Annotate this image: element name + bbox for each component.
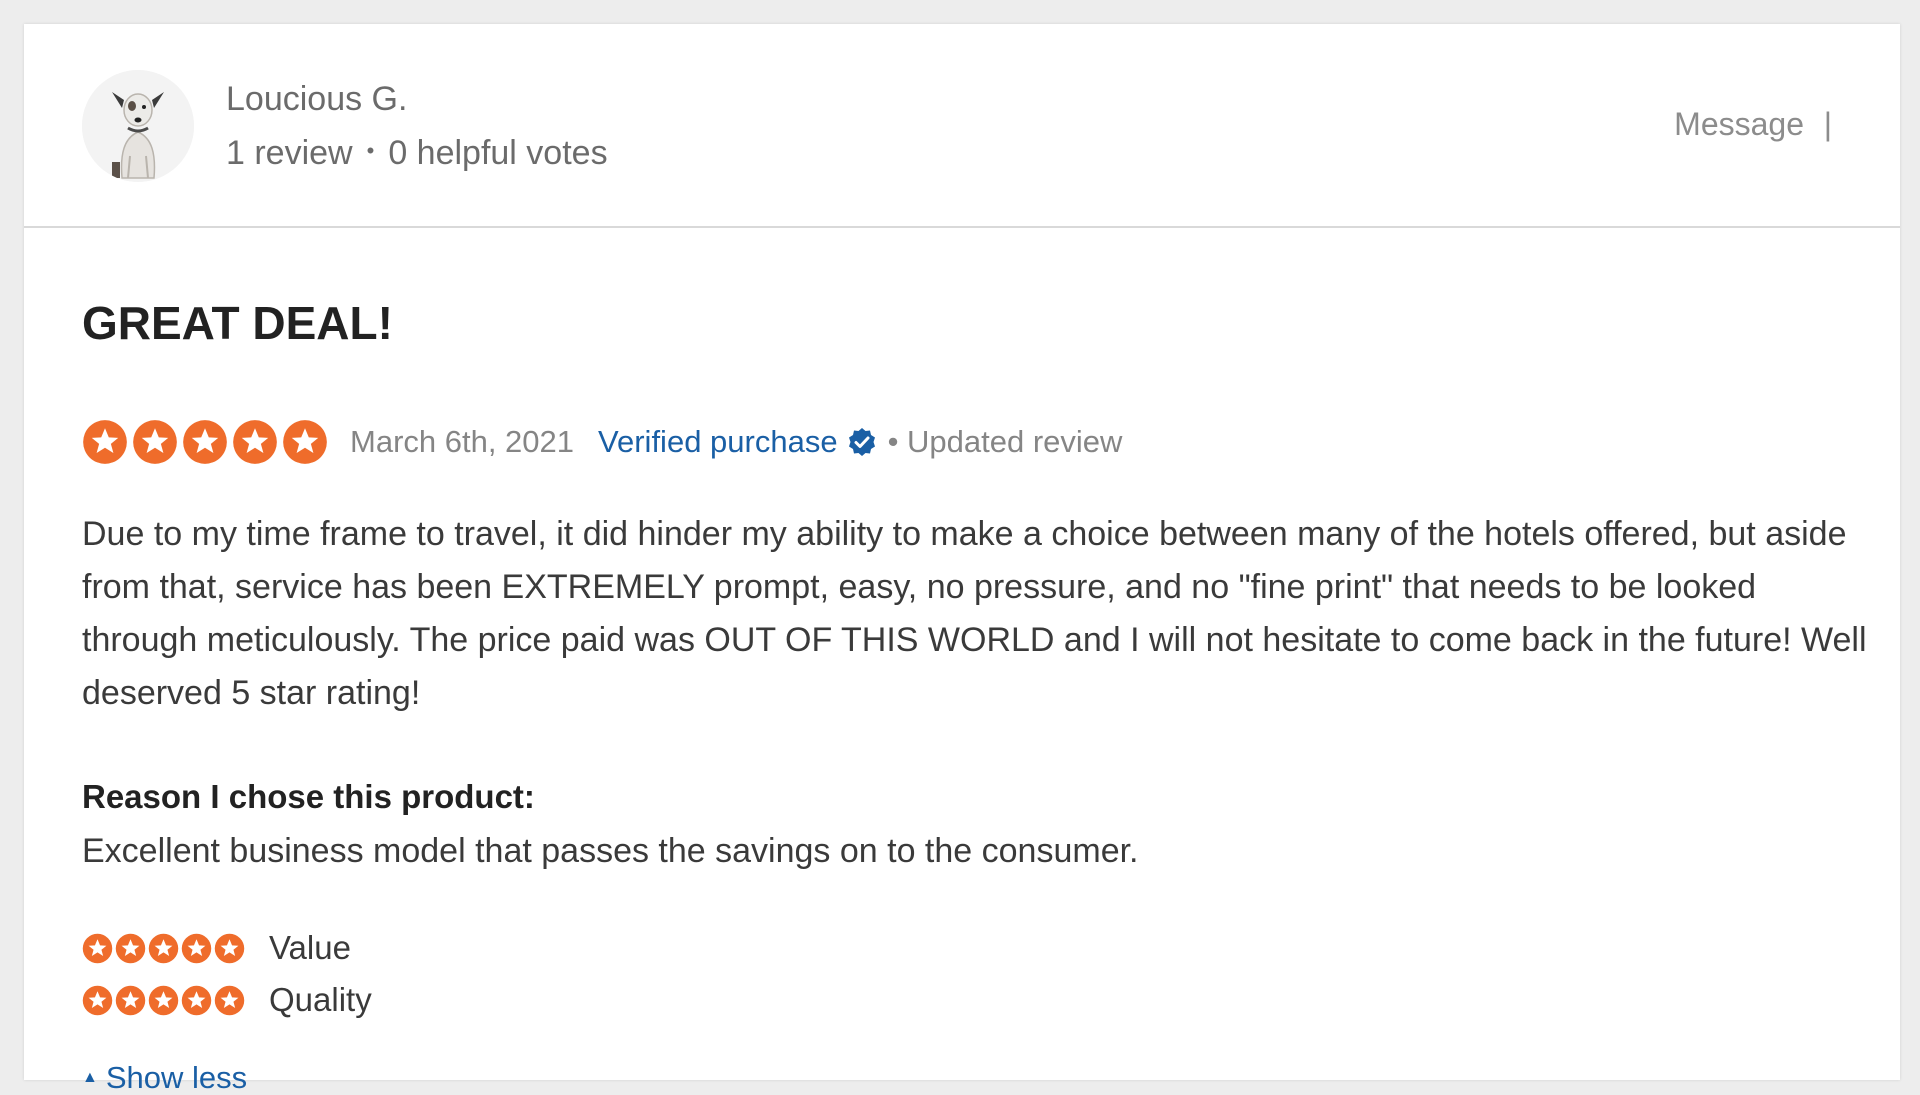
sub-rating-quality: Quality: [82, 980, 372, 1020]
review-count: 1 review: [226, 134, 353, 172]
star-filled-icon: [233, 420, 277, 464]
reviewer-name[interactable]: Loucious G.: [226, 82, 407, 116]
reviewer-header: Loucious G. 1 review • 0 helpful votes Mes…: [24, 24, 1900, 228]
value-rating-label: Value: [269, 929, 351, 966]
review-rating-row: March 6th, 2021 Verified purchase • Upda…: [82, 418, 1122, 466]
sub-rating-value: Value: [82, 928, 351, 968]
star-filled-icon: [148, 985, 179, 1015]
star-filled-icon: [148, 933, 179, 963]
show-less-label: Show less: [105, 1060, 248, 1095]
star-filled-icon: [214, 985, 245, 1015]
review-title: GREAT DEAL!: [82, 297, 393, 349]
overall-rating-stars: [82, 419, 332, 465]
star-filled-icon: [183, 420, 227, 464]
star-filled-icon: [181, 985, 212, 1015]
star-filled-icon: [133, 420, 177, 464]
review-body-text: Due to my time frame to travel, it did h…: [82, 515, 1867, 712]
header-action-divider: |: [1823, 106, 1832, 142]
stats-separator: •: [366, 138, 375, 164]
review-date: March 6th, 2021: [350, 424, 575, 459]
reviewer-stats: 1 review • 0 helpful votes: [226, 136, 608, 170]
updated-review-label: • Updated review: [887, 424, 1123, 459]
show-less-button[interactable]: ▲ Show less: [82, 1062, 247, 1093]
verified-check-icon: [848, 428, 875, 456]
quality-rating-stars: [82, 985, 247, 1016]
star-filled-icon: [115, 933, 146, 963]
star-filled-icon: [283, 420, 327, 464]
verified-purchase-label: Verified purchase: [598, 424, 838, 459]
star-filled-icon: [214, 933, 245, 963]
star-filled-icon: [181, 933, 212, 963]
quality-rating-label: Quality: [269, 981, 372, 1018]
dog-avatar-icon[interactable]: [82, 70, 194, 182]
value-rating-stars: [82, 933, 247, 964]
reason-heading: Reason I chose this product:: [82, 778, 535, 815]
message-button[interactable]: Message: [1674, 108, 1804, 140]
star-filled-icon: [83, 420, 127, 464]
reason-text: Excellent business model that passes the…: [82, 832, 1139, 870]
review-card: Loucious G. 1 review • 0 helpful votes Mes…: [24, 24, 1900, 1093]
star-filled-icon: [115, 985, 146, 1015]
verified-purchase-link[interactable]: Verified purchase: [598, 424, 878, 460]
helpful-votes-count: 0 helpful votes: [388, 134, 608, 172]
caret-up-icon: ▲: [82, 1068, 98, 1086]
star-filled-icon: [82, 933, 113, 963]
star-filled-icon: [82, 985, 113, 1015]
